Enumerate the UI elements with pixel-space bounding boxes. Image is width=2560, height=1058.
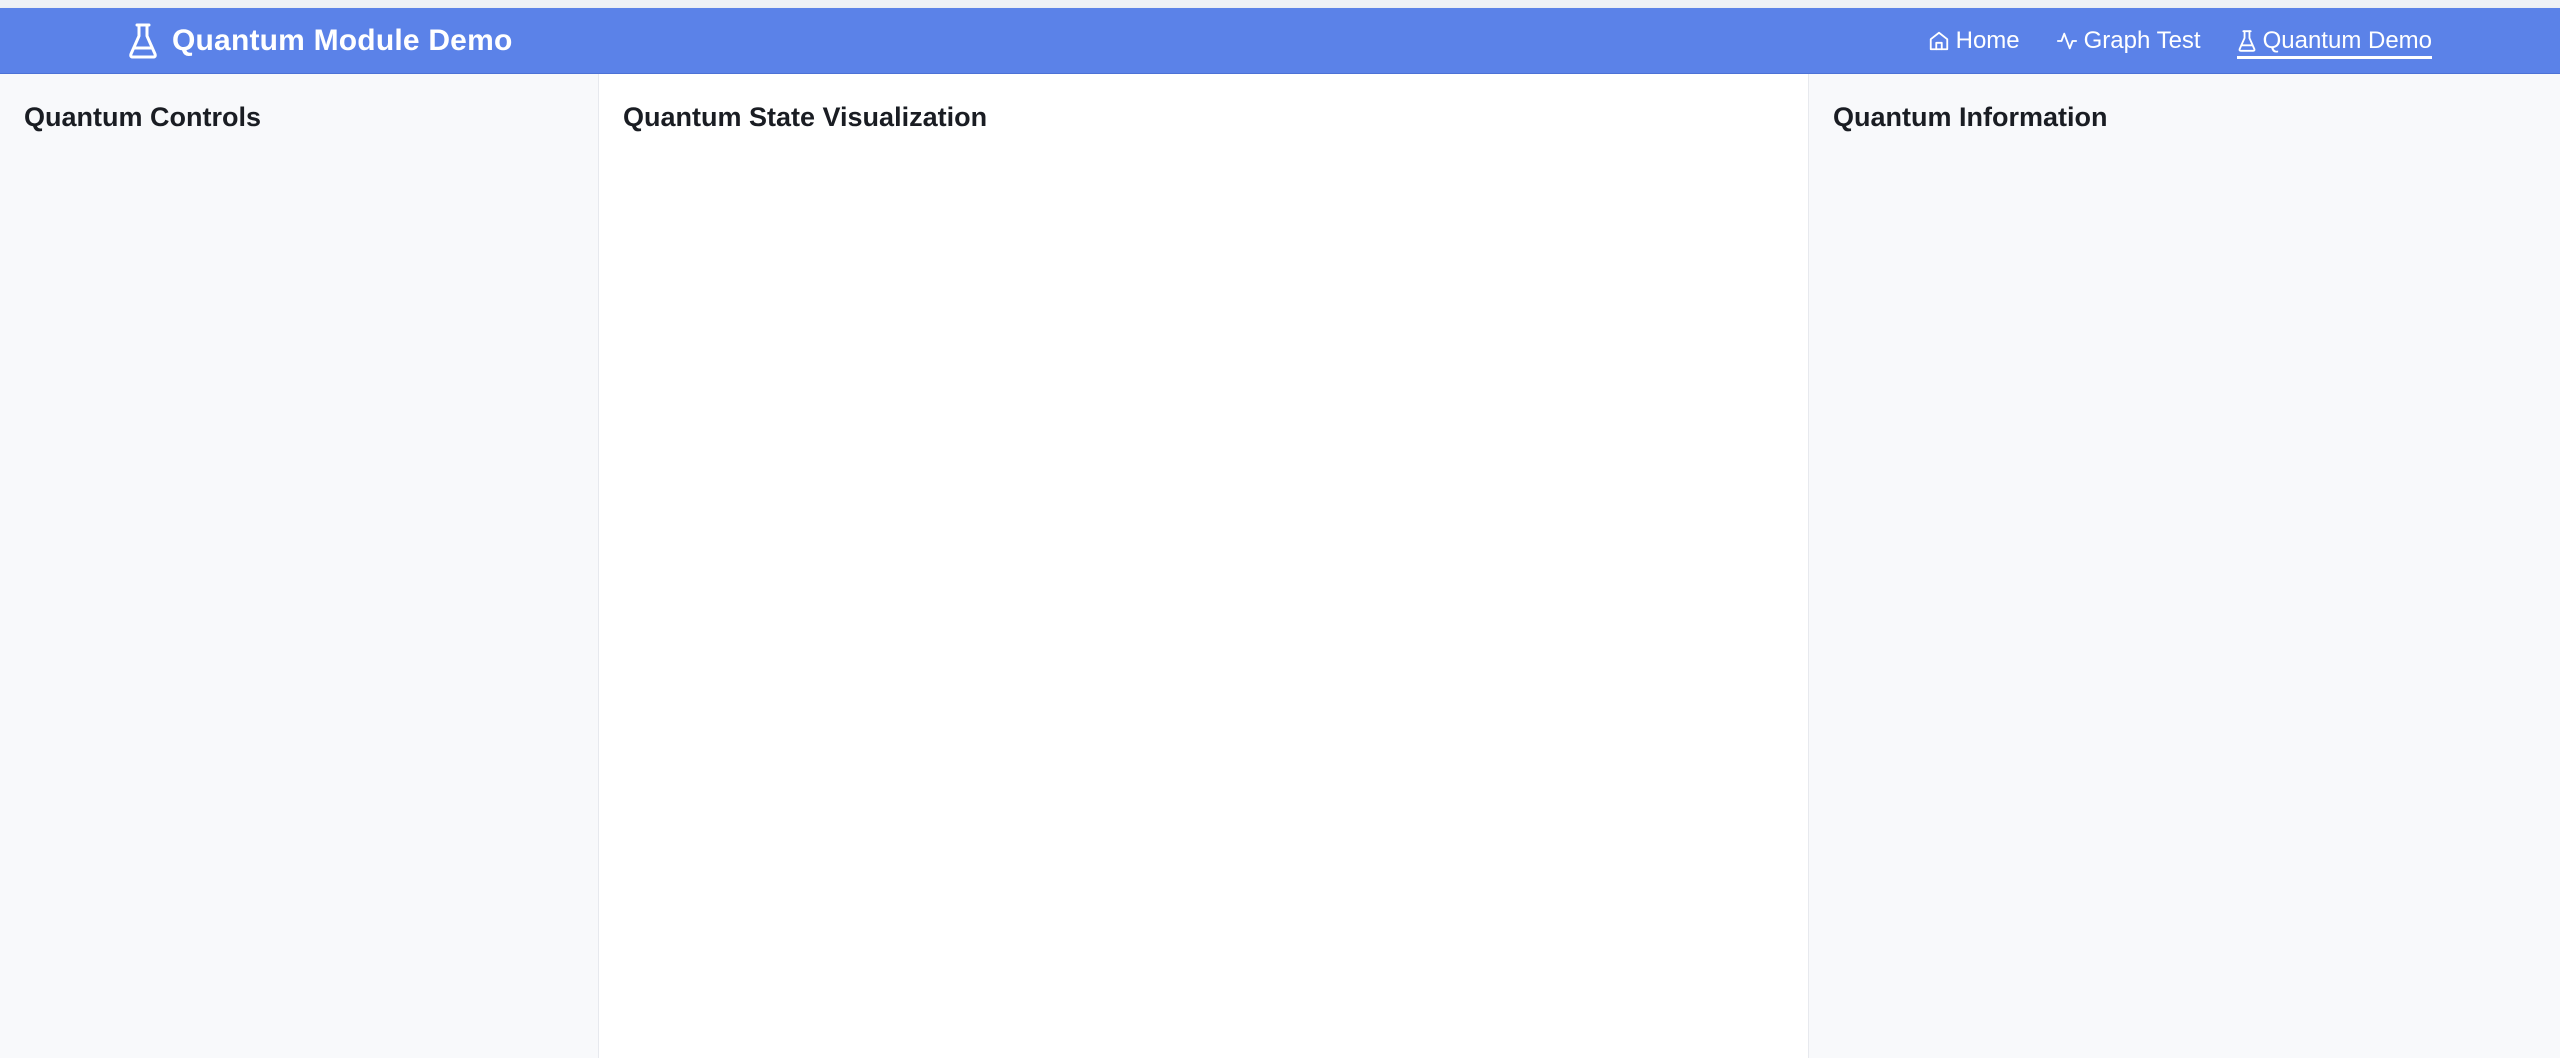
nav-item-quantum-demo[interactable]: Quantum Demo [2236,23,2432,59]
nav-item-label: Home [1955,27,2020,54]
app-title: Quantum Module Demo [172,24,513,57]
home-icon [1928,30,1950,52]
panel-title: Quantum State Visualization [623,102,988,132]
top-strip [0,0,2560,8]
nav-links: Home Graph Test Quantum Demo [1928,8,2432,74]
nav-item-label: Quantum Demo [2262,27,2432,54]
panel-title: Quantum Controls [24,102,261,132]
quantum-information-panel: Quantum Information [1809,74,2560,1058]
nav-item-graph-test[interactable]: Graph Test [2056,23,2201,59]
flask-icon [2237,30,2257,52]
brand[interactable]: Quantum Module Demo [128,8,512,74]
activity-icon [2056,30,2078,52]
nav-item-home[interactable]: Home [1928,23,2020,59]
panel-title: Quantum Information [1833,102,2108,132]
navbar: Quantum Module Demo Home Graph Test Quan… [0,8,2560,74]
quantum-state-visualization-panel: Quantum State Visualization [599,74,1809,1058]
nav-item-label: Graph Test [2083,27,2201,54]
flask-icon [128,23,158,59]
quantum-controls-panel: Quantum Controls [0,74,599,1058]
